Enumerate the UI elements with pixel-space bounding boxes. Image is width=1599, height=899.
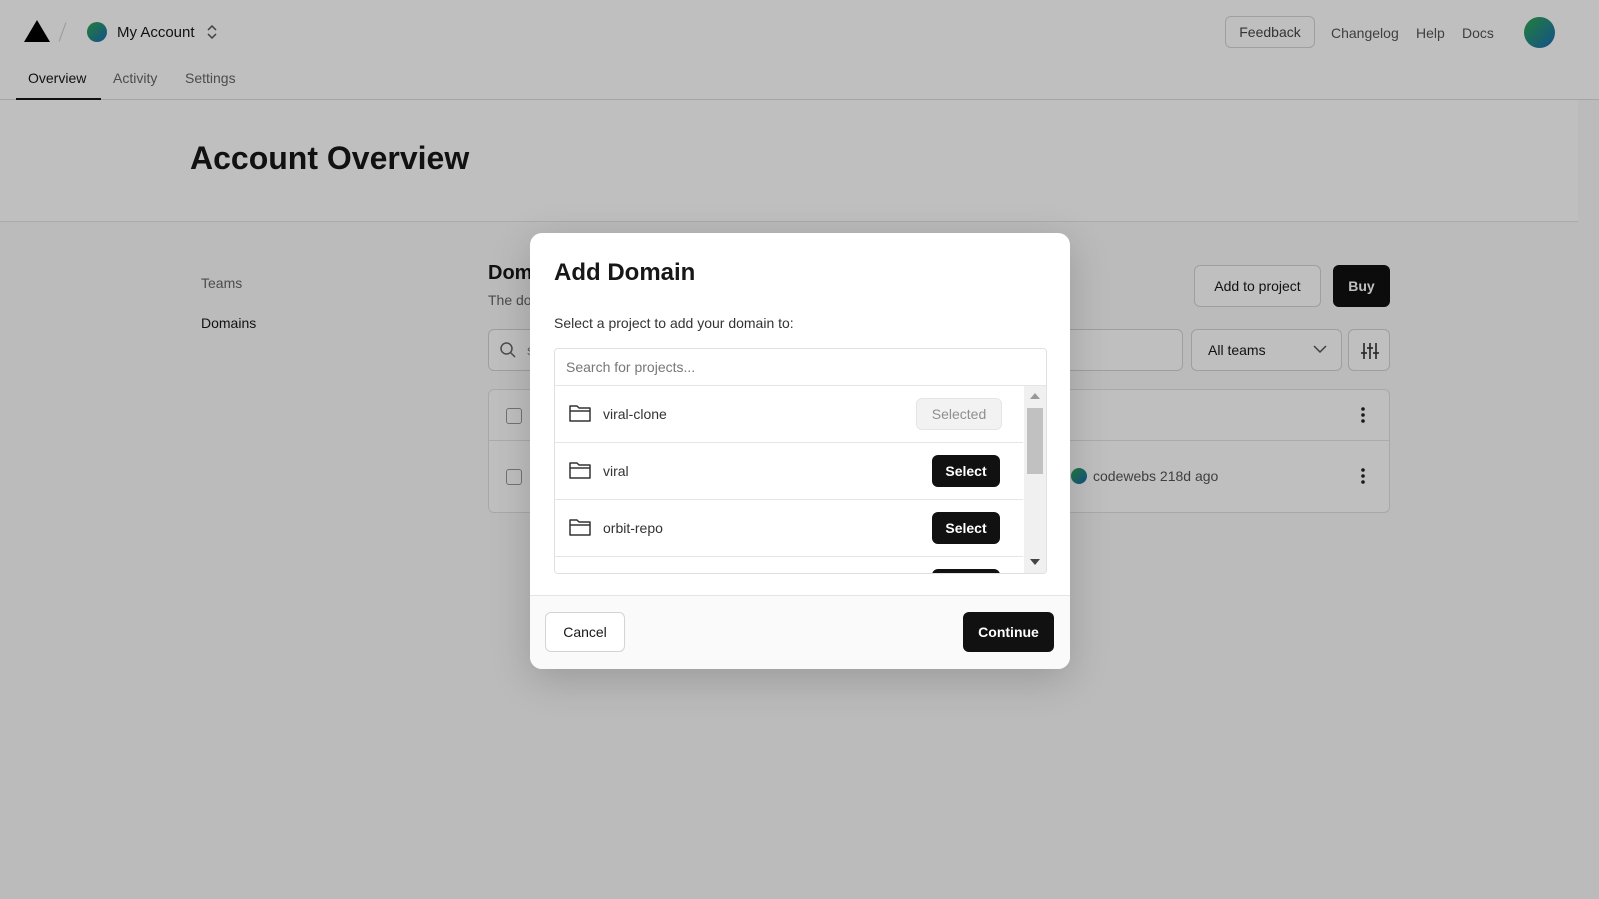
project-list-scrollbar[interactable] <box>1024 386 1046 573</box>
project-row-orbit-repo[interactable]: orbit-repo Select <box>555 500 1023 557</box>
select-project-button[interactable]: Select <box>932 512 1000 544</box>
cancel-button[interactable]: Cancel <box>545 612 625 652</box>
project-name: viral-clone <box>603 406 667 422</box>
modal-description: Select a project to add your domain to: <box>554 315 794 331</box>
folder-icon <box>569 462 591 479</box>
scroll-down-arrow-icon[interactable] <box>1030 559 1040 565</box>
project-picker: viral-clone Selected viral Select orbit-… <box>554 348 1047 574</box>
selected-button: Selected <box>916 398 1002 430</box>
continue-button[interactable]: Continue <box>963 612 1054 652</box>
modal-footer: Cancel Continue <box>530 595 1070 669</box>
project-name: orbit-repo <box>603 520 663 536</box>
scroll-up-arrow-icon[interactable] <box>1030 393 1040 399</box>
project-row-partial[interactable] <box>555 557 1023 573</box>
folder-icon <box>569 519 591 536</box>
scroll-thumb[interactable] <box>1027 408 1043 474</box>
select-project-button[interactable] <box>932 569 1000 573</box>
select-project-button[interactable]: Select <box>932 455 1000 487</box>
project-search-input[interactable] <box>555 349 1046 386</box>
project-row-viral[interactable]: viral Select <box>555 443 1023 500</box>
modal-title: Add Domain <box>554 259 696 286</box>
add-domain-modal: Add Domain Select a project to add your … <box>530 233 1070 669</box>
project-name: viral <box>603 463 629 479</box>
folder-icon <box>569 405 591 422</box>
project-row-viral-clone[interactable]: viral-clone Selected <box>555 386 1023 443</box>
